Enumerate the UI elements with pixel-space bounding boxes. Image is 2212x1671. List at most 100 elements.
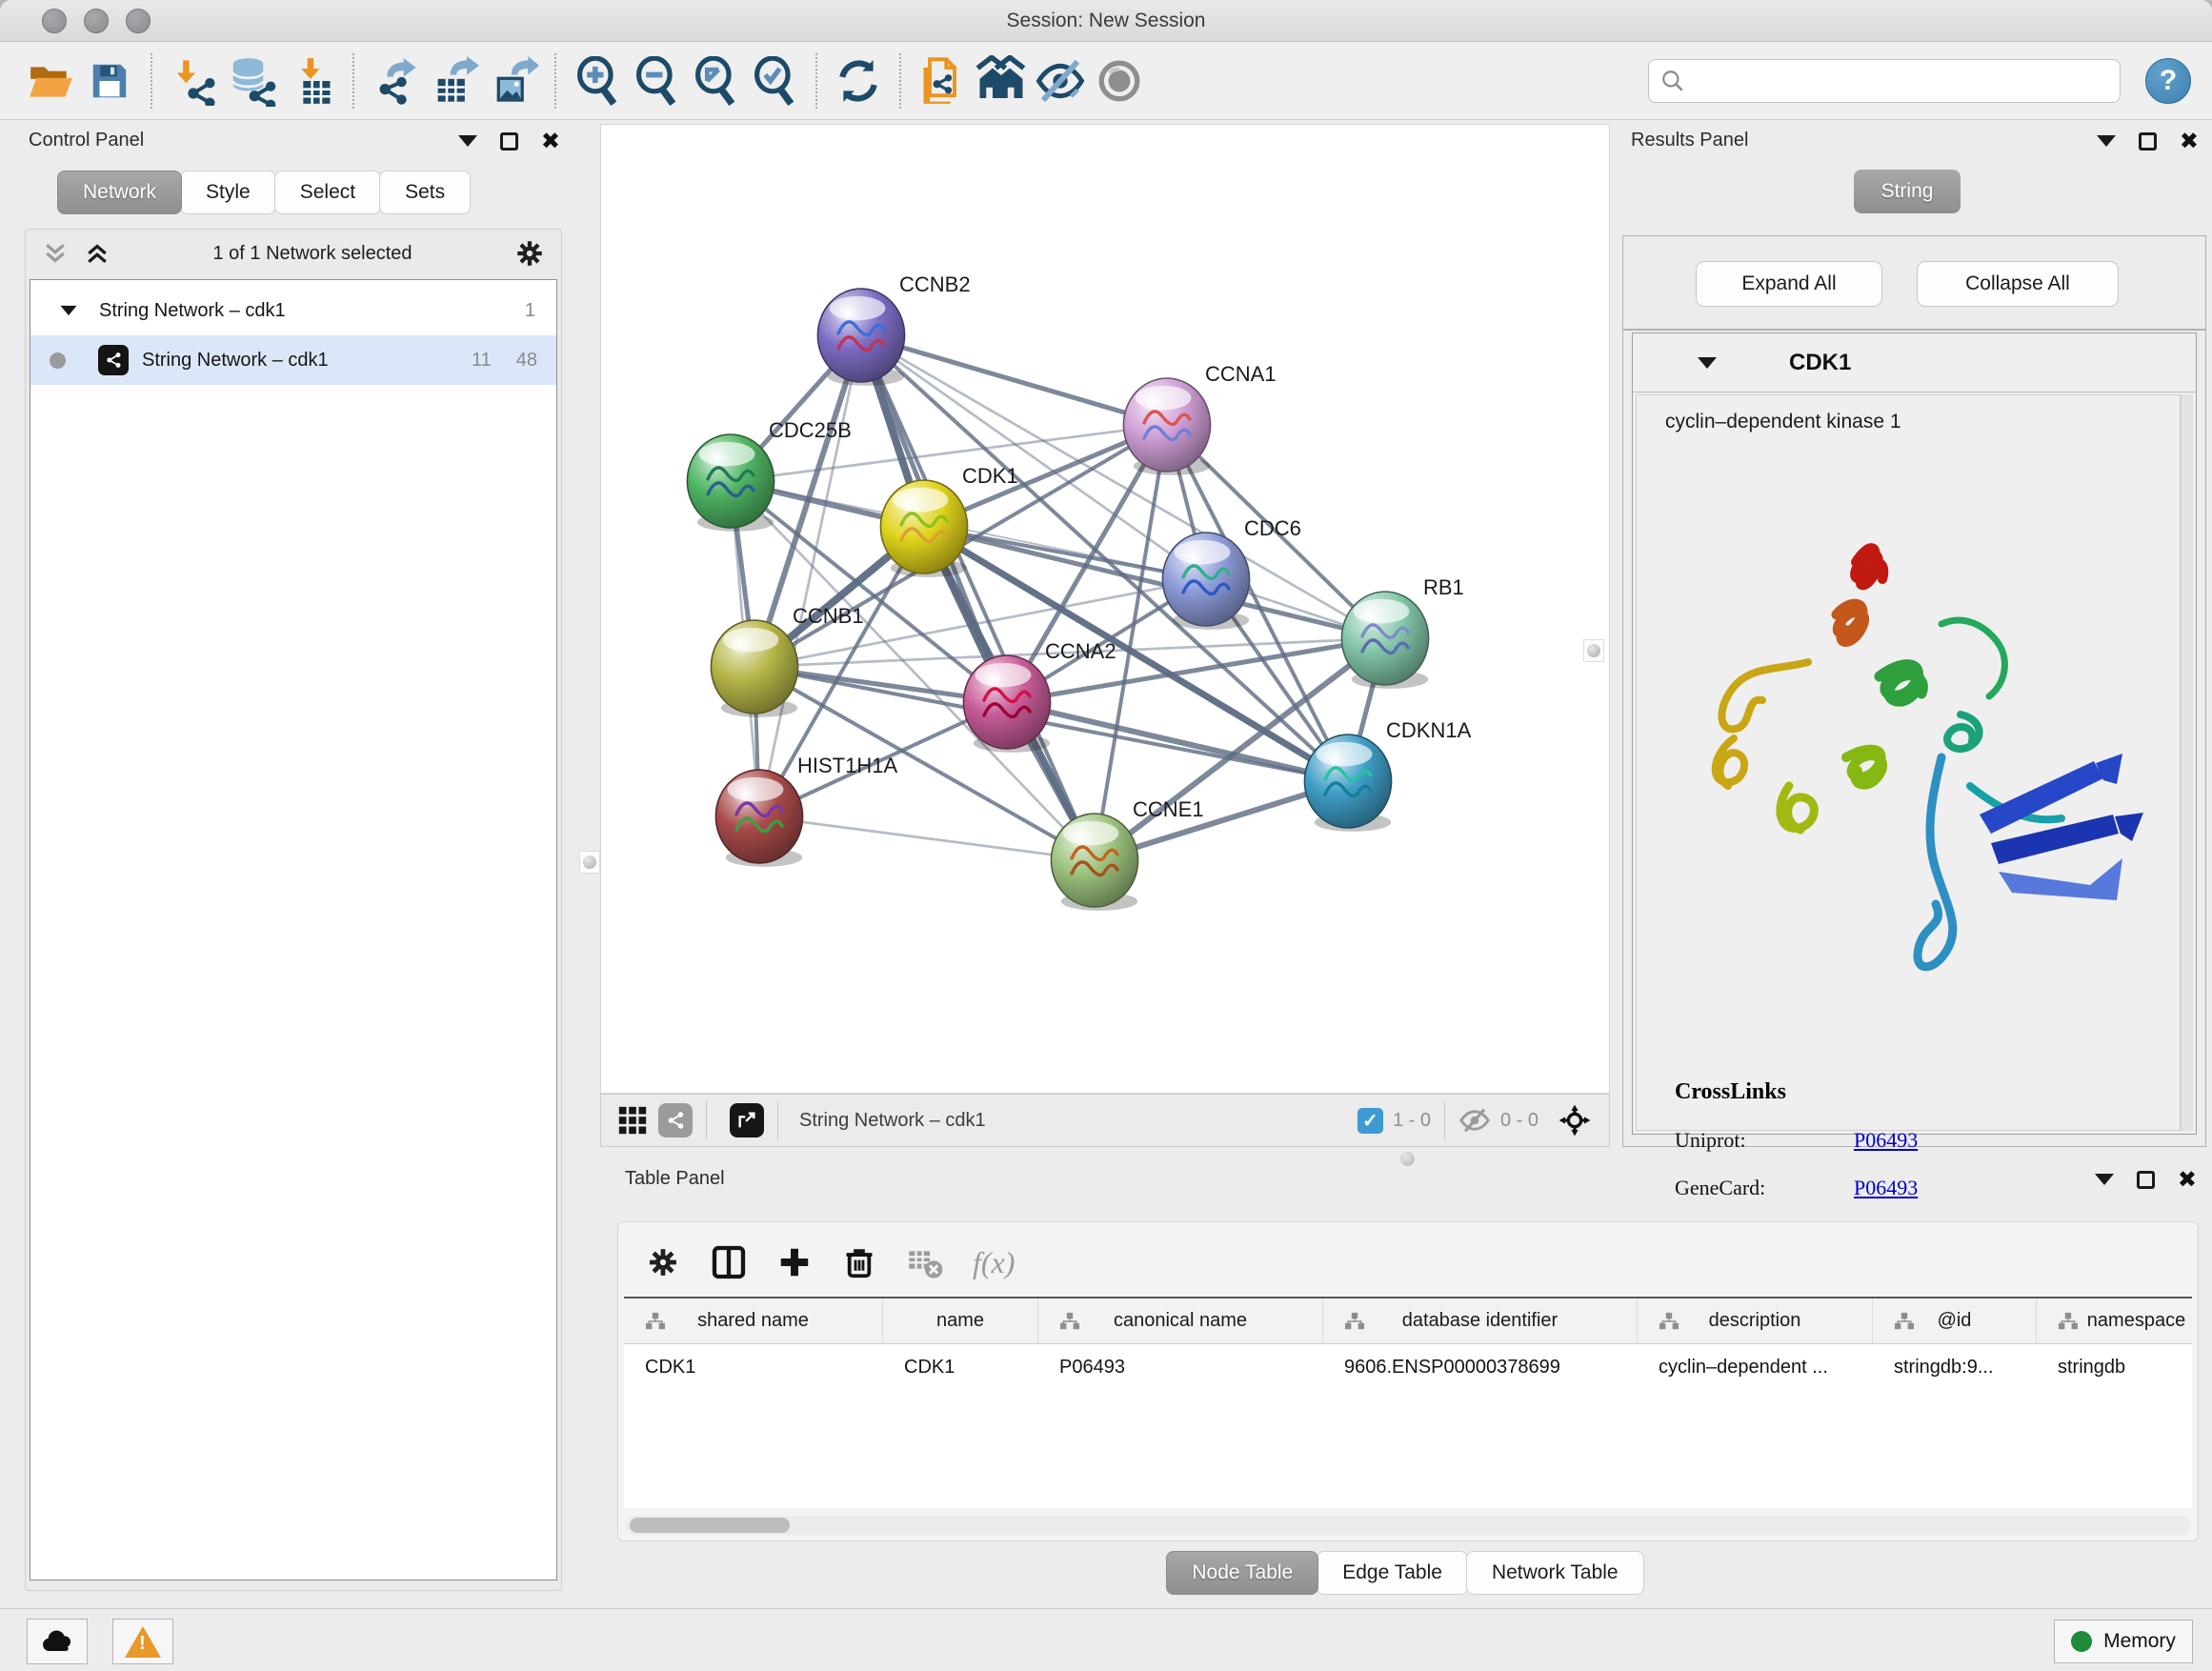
node-HIST1H1A[interactable]: HIST1H1A [715, 754, 897, 867]
function-builder-icon[interactable]: f(x) [973, 1245, 1015, 1280]
right-splitter-handle[interactable] [1583, 639, 1604, 662]
tab-edge-table[interactable]: Edge Table [1317, 1551, 1468, 1595]
collapse-all-button[interactable]: Collapse All [1917, 261, 2119, 307]
close-panel-icon[interactable]: ✖ [541, 131, 560, 151]
node-CDKN1A[interactable]: CDKN1A [1304, 718, 1471, 832]
fit-selected-crosshair-icon[interactable] [1556, 1101, 1594, 1139]
collection-expand-icon[interactable] [61, 306, 77, 315]
node-RB1[interactable]: RB1 [1341, 575, 1463, 689]
tab-select[interactable]: Select [274, 171, 381, 214]
collection-count: 1 [525, 300, 535, 322]
table-row[interactable]: CDK1CDK1P064939606.ENSP00000378699cyclin… [624, 1344, 2192, 1390]
float-panel-icon[interactable] [2137, 1171, 2155, 1189]
tab-node-table[interactable]: Node Table [1166, 1551, 1318, 1595]
edge-CCNB2-CCNE1[interactable] [861, 335, 1095, 860]
birdseye-grid-icon[interactable] [616, 1104, 649, 1137]
node-CDK1[interactable]: CDK1 [880, 464, 1017, 577]
table-cell[interactable]: CDK1 [883, 1344, 1038, 1390]
export-table-button[interactable] [425, 51, 484, 111]
table-hscrollbar-thumb[interactable] [630, 1518, 790, 1533]
table-cell[interactable]: P06493 [1038, 1344, 1323, 1390]
network-row-selected[interactable]: String Network – cdk1 11 48 [30, 335, 556, 385]
table-cell[interactable]: 9606.ENSP00000378699 [1323, 1344, 1638, 1390]
export-image-button[interactable] [484, 51, 543, 111]
selected-counts: 1 - 0 [1393, 1110, 1431, 1132]
node-CDC25B[interactable]: CDC25B [687, 418, 851, 532]
hide-selected-button[interactable] [1031, 51, 1090, 111]
node-CCNB1[interactable]: CCNB1 [711, 604, 863, 717]
memory-button[interactable]: Memory [2054, 1620, 2193, 1663]
column-header-@id[interactable]: @id [1873, 1299, 2037, 1343]
cloud-button[interactable] [27, 1619, 88, 1664]
edge-CCNB2-HIST1H1A[interactable] [759, 335, 861, 816]
zoom-selected-button[interactable] [745, 51, 804, 111]
column-header-canonical-name[interactable]: canonical name [1038, 1299, 1323, 1343]
tab-string[interactable]: String [1854, 170, 1961, 213]
table-cell[interactable]: CDK1 [624, 1344, 883, 1390]
network-collection-row[interactable]: String Network – cdk1 1 [30, 286, 556, 335]
float-panel-icon[interactable] [2139, 132, 2157, 151]
edge-CCNA2-CDKN1A[interactable] [1007, 702, 1348, 781]
edge-CCNB2-CCNA1[interactable] [861, 335, 1167, 425]
tab-network-table[interactable]: Network Table [1466, 1551, 1644, 1595]
cdk1-section-header[interactable]: CDK1 [1633, 333, 2196, 393]
node-CCNB2[interactable]: CCNB2 [817, 272, 970, 386]
column-header-shared-name[interactable]: shared name [624, 1299, 883, 1343]
open-in-window-icon[interactable] [730, 1103, 764, 1137]
show-columns-icon[interactable] [710, 1243, 748, 1281]
hidden-eye-slash-icon[interactable] [1458, 1104, 1491, 1137]
delete-table-icon[interactable] [906, 1243, 944, 1281]
tab-network[interactable]: Network [57, 171, 182, 214]
selected-checkbox-icon[interactable]: ✓ [1357, 1108, 1383, 1134]
delete-column-trash-icon[interactable] [841, 1244, 877, 1280]
close-panel-icon[interactable]: ✖ [2178, 1170, 2197, 1189]
expand-all-button[interactable]: Expand All [1696, 261, 1882, 307]
section-collapse-icon[interactable] [1698, 357, 1717, 369]
import-network-file-button[interactable] [164, 51, 223, 111]
close-panel-icon[interactable]: ✖ [2180, 131, 2199, 151]
table-hscrollbar[interactable] [626, 1516, 2190, 1535]
search-input[interactable] [1695, 70, 2108, 92]
clone-network-button[interactable] [913, 51, 972, 111]
gear-icon[interactable] [513, 237, 546, 270]
apply-layout-button[interactable] [829, 51, 888, 111]
import-table-button[interactable] [282, 51, 341, 111]
table-cell[interactable]: cyclin–dependent ... [1638, 1344, 1873, 1390]
zoom-in-button[interactable] [568, 51, 627, 111]
panel-menu-icon[interactable] [2097, 135, 2116, 147]
panel-menu-icon[interactable] [2095, 1174, 2114, 1185]
tab-style[interactable]: Style [180, 171, 276, 214]
table-settings-gear-icon[interactable] [645, 1244, 681, 1280]
zoom-out-button[interactable] [627, 51, 686, 111]
import-network-database-button[interactable] [223, 51, 282, 111]
zoom-fit-button[interactable] [686, 51, 745, 111]
memory-status-dot [2071, 1631, 2092, 1652]
column-header-name[interactable]: name [883, 1299, 1038, 1343]
table-cell[interactable]: stringdb [2037, 1344, 2192, 1390]
network-canvas[interactable]: CCNB2CCNA1CDC25BCDK1CDC6RB1CCNB1CCNA2CDK… [600, 124, 1610, 1094]
table-cell[interactable]: stringdb:9... [1873, 1344, 2037, 1390]
add-column-icon[interactable] [776, 1244, 813, 1280]
column-header-namespace[interactable]: namespace [2037, 1299, 2192, 1343]
results-scrollbar[interactable] [2181, 394, 2193, 1131]
tab-sets[interactable]: Sets [379, 171, 471, 214]
panel-menu-icon[interactable] [458, 135, 477, 147]
export-network-button[interactable] [366, 51, 425, 111]
float-panel-icon[interactable] [500, 132, 518, 151]
warnings-button[interactable] [112, 1619, 173, 1664]
left-splitter-handle[interactable] [579, 851, 600, 874]
help-button[interactable]: ? [2145, 58, 2191, 104]
network-share-icon[interactable] [658, 1103, 693, 1137]
column-header-description[interactable]: description [1638, 1299, 1873, 1343]
collapse-all-icon[interactable] [41, 239, 70, 268]
crosslink-link[interactable]: P06493 [1854, 1128, 1918, 1153]
show-hidden-button[interactable] [1090, 51, 1149, 111]
expand-all-icon[interactable] [83, 239, 111, 268]
open-session-button[interactable] [21, 51, 80, 111]
save-session-button[interactable] [80, 51, 139, 111]
network-graph[interactable]: CCNB2CCNA1CDC25BCDK1CDC6RB1CCNB1CCNA2CDK… [601, 125, 1609, 1093]
node-table[interactable]: shared namenamecanonical namedatabase id… [624, 1297, 2192, 1508]
show-all-networks-button[interactable] [972, 51, 1031, 111]
column-header-database-identifier[interactable]: database identifier [1323, 1299, 1638, 1343]
edge-HIST1H1A-CCNE1[interactable] [759, 816, 1095, 860]
